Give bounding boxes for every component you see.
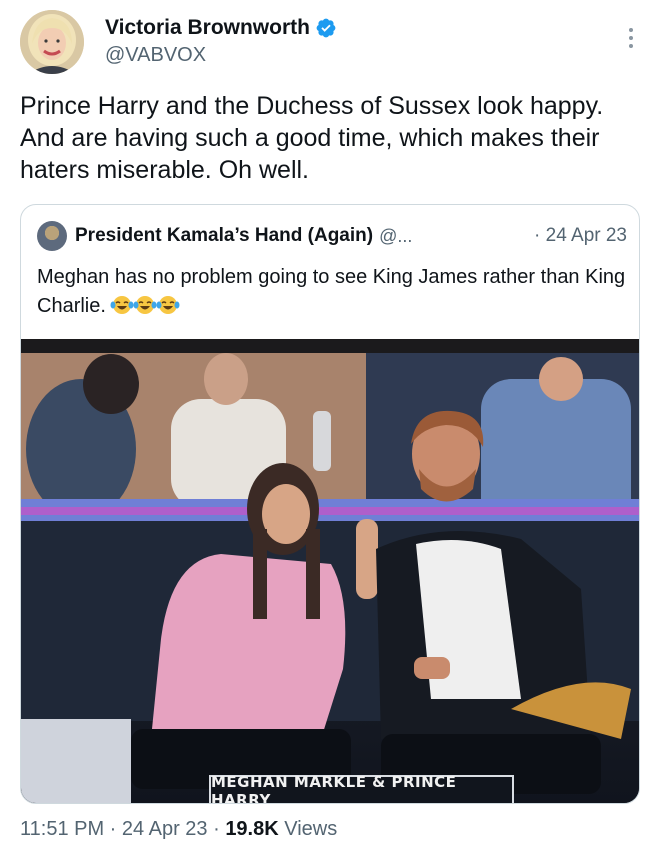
arena-photo-illustration: [21, 339, 639, 803]
tweet-header: Victoria Brownworth @VABVOX: [20, 10, 640, 76]
more-options-icon[interactable]: [622, 24, 640, 52]
quoted-tweet-text: Meghan has no problem going to see King …: [37, 263, 627, 321]
verified-badge-icon: [316, 18, 336, 38]
quoted-tweet-date[interactable]: · 24 Apr 23: [534, 225, 627, 247]
face-with-tears-of-joy-icon: [133, 296, 157, 314]
views-label: Views: [278, 818, 338, 840]
emoji-group: [110, 294, 180, 316]
face-with-tears-of-joy-icon: [110, 296, 134, 314]
meta-separator: ·: [104, 818, 122, 840]
media-caption-text: MEGHAN MARKLE & PRINCE HARRY: [211, 773, 457, 804]
quoted-author-handle[interactable]: @...: [379, 226, 412, 247]
face-with-tears-of-joy-icon: [156, 296, 180, 314]
author-handle[interactable]: @VABVOX: [105, 44, 206, 67]
media-caption-banner: MEGHAN MARKLE & PRINCE HARRY: [209, 773, 514, 804]
author-display-name[interactable]: Victoria Brownworth: [105, 16, 310, 40]
quoted-tweet-card[interactable]: President Kamala’s Hand (Again) @... · 2…: [20, 204, 640, 804]
author-avatar[interactable]: [20, 10, 84, 74]
tweet-time[interactable]: 11:51 PM: [20, 818, 104, 840]
meta-separator-2: ·: [207, 818, 226, 840]
quoted-author-avatar[interactable]: [37, 221, 67, 251]
quoted-author-name[interactable]: President Kamala’s Hand (Again): [75, 225, 373, 247]
author-name-row: Victoria Brownworth: [105, 16, 337, 40]
quoted-tweet-photo[interactable]: MEGHAN MARKLE & PRINCE HARRY: [21, 339, 639, 804]
tweet-text: Prince Harry and the Duchess of Sussex l…: [20, 92, 604, 184]
tweet-meta: 11:51 PM · 24 Apr 23 · 19.8K Views: [20, 818, 337, 841]
quoted-tweet-header: President Kamala’s Hand (Again) @... · 2…: [37, 221, 627, 251]
tweet-date[interactable]: 24 Apr 23: [122, 818, 208, 840]
views-count[interactable]: 19.8K: [225, 818, 278, 840]
